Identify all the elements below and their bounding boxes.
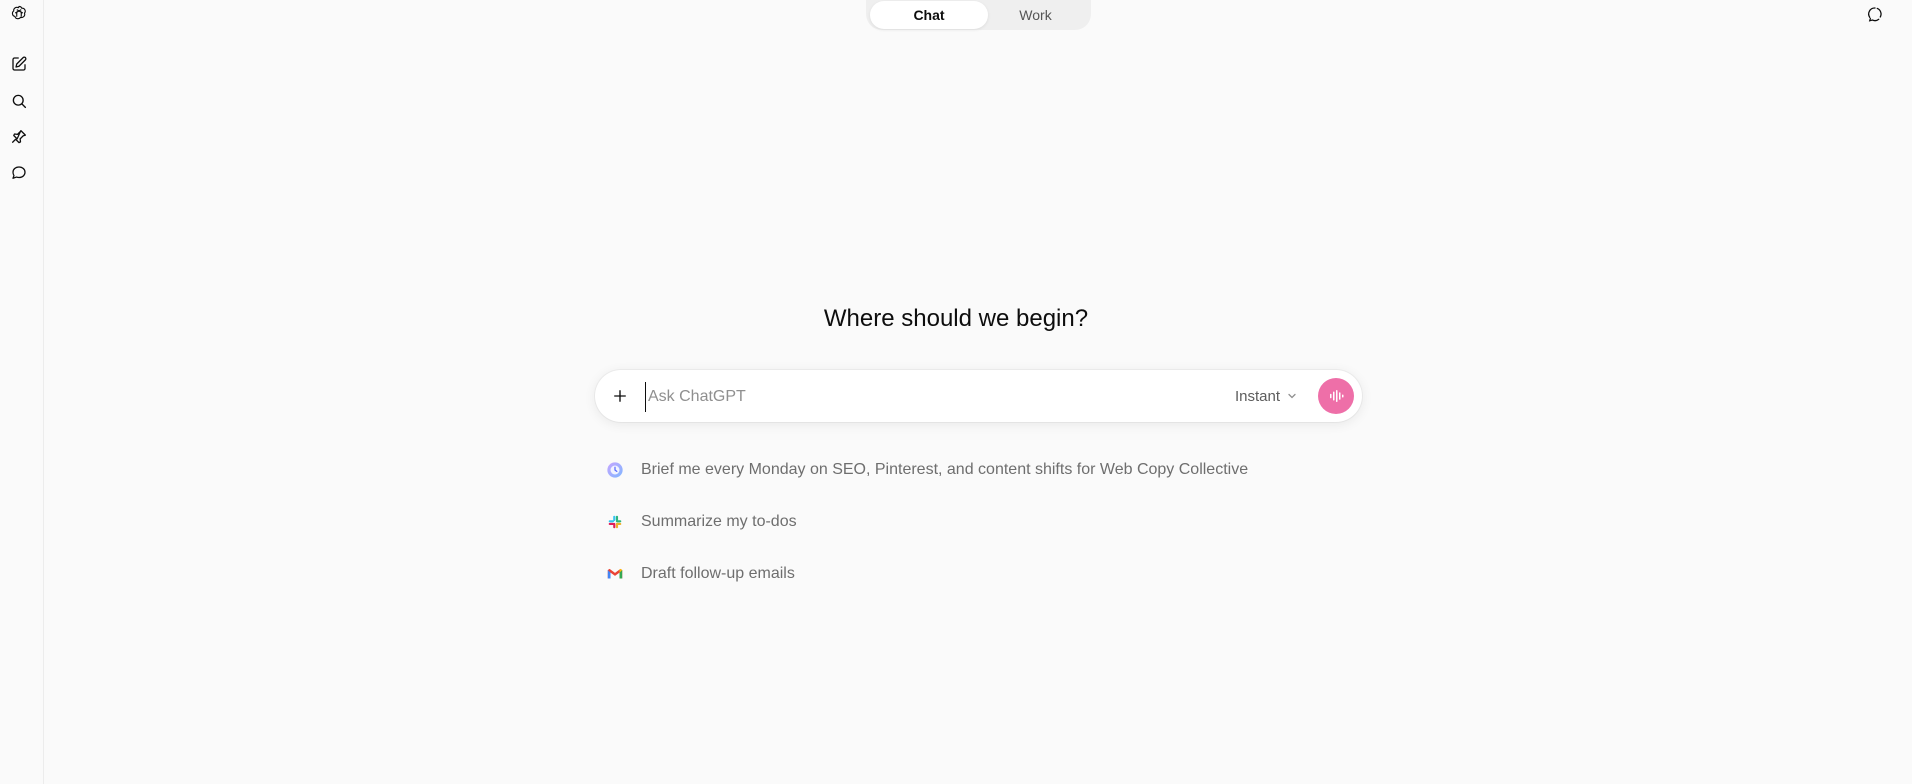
page-title: Where should we begin? [0,305,1912,333]
pin-icon [11,129,27,144]
suggestion-item[interactable]: Brief me every Monday on SEO, Pinterest,… [605,455,1365,485]
openai-logo-icon [11,5,26,20]
pinned-button[interactable] [6,124,32,150]
plus-icon [614,390,626,402]
suggestion-text: Summarize my to-dos [641,513,797,530]
slack-icon [605,512,625,532]
sidebar-rail [0,0,44,784]
prompt-input[interactable] [645,382,1210,412]
suggestion-list: Brief me every Monday on SEO, Pinterest,… [605,455,1365,611]
voice-waveform-icon [1330,390,1344,402]
home-logo-button[interactable] [6,0,32,26]
new-chat-button[interactable] [6,51,32,77]
gmail-icon [605,564,625,584]
suggestion-item[interactable]: Summarize my to-dos [605,507,1365,537]
suggestion-text: Brief me every Monday on SEO, Pinterest,… [641,461,1249,478]
chats-button[interactable] [6,160,32,186]
tab-chat[interactable]: Chat [870,1,988,29]
mode-toggle: Chat Work [866,0,1091,30]
voice-mode-button[interactable] [1318,378,1354,414]
suggestion-item[interactable]: Draft follow-up emails [605,559,1365,589]
temporary-chat-button[interactable] [1862,1,1888,27]
suggestion-text: Draft follow-up emails [641,565,795,582]
temporary-chat-icon [1868,7,1882,22]
composer: Instant [595,370,1362,422]
add-attachment-button[interactable] [607,383,633,409]
model-selector-label: Instant [1235,387,1281,405]
search-icon [12,94,27,109]
app: Chat Work Where should we begin? Instant [0,0,1912,784]
tab-work[interactable]: Work [988,1,1083,29]
scheduled-task-icon [605,460,625,480]
page-title-text: Where should we begin? [823,305,1089,332]
chats-icon [12,166,26,179]
new-chat-icon [12,56,27,71]
model-selector[interactable]: Instant [1235,384,1298,408]
search-chats-button[interactable] [6,88,32,114]
chevron-down-icon [1288,393,1296,399]
